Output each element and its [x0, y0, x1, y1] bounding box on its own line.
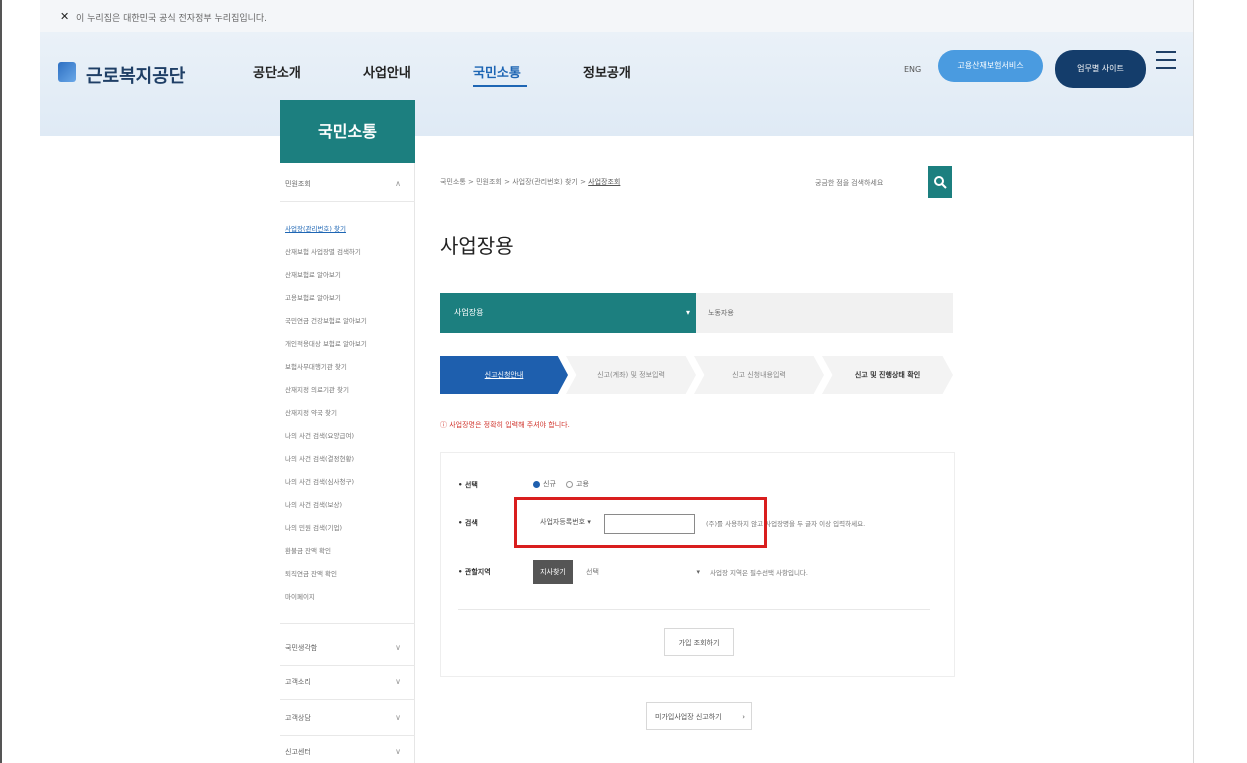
search-button[interactable]	[928, 166, 952, 198]
find-branch-button[interactable]: 지사찾기	[533, 560, 573, 584]
gov-banner: ✕ 이 누리집은 대한민국 공식 전자정부 누리집입니다.	[40, 0, 1193, 32]
form-divider	[458, 609, 930, 610]
breadcrumb-item[interactable]: 민원조회	[476, 178, 502, 186]
nav-communication[interactable]: 국민소통	[473, 62, 521, 81]
sidebar-item-active[interactable]: 사업장(관리번호) 찾기	[285, 223, 346, 233]
page-title: 사업장용	[440, 234, 514, 258]
radio-new[interactable]: 신규	[533, 479, 556, 489]
breadcrumb-item[interactable]: 사업장(관리번호) 찾기	[512, 178, 578, 186]
sidebar-item[interactable]: 나의 사건 검색(요양급여)	[285, 430, 354, 440]
choice-label: • 선택	[458, 481, 478, 489]
sidebar-item[interactable]: 환불금 잔액 확인	[285, 545, 331, 555]
close-icon[interactable]: ✕	[60, 10, 69, 23]
screenshot-frame: ✕ 이 누리집은 대한민국 공식 전자정부 누리집입니다. 근로복지공단 공단소…	[0, 0, 1247, 763]
region-help-text: 사업장 지역은 필수선택 사항입니다.	[710, 569, 808, 577]
sidebar-section-opinion[interactable]: 국민생각함 ∨	[285, 643, 405, 653]
chevron-down-icon: ∨	[395, 713, 401, 722]
caret-down-icon: ▾	[696, 568, 700, 576]
search-label: • 검색	[458, 519, 478, 527]
chevron-down-icon: ∨	[395, 747, 401, 756]
search-icon	[934, 176, 947, 189]
sidebar-section-voice[interactable]: 고객소리 ∨	[285, 677, 405, 687]
menu-icon[interactable]	[1156, 51, 1176, 73]
step-1[interactable]: 신고신청안내	[440, 356, 568, 394]
chevron-down-icon: ∨	[395, 643, 401, 652]
logo-icon[interactable]	[58, 62, 76, 82]
region-label: • 관할지역	[458, 568, 491, 576]
sidebar-item[interactable]: 산재지정 약국 찾기	[285, 407, 337, 417]
sidebar-item[interactable]: 국민연금 건강보험료 알아보기	[285, 315, 367, 325]
sidebar-item[interactable]: 나의 사건 검색(보상)	[285, 499, 342, 509]
sidebar-item[interactable]: 퇴직연금 잔액 확인	[285, 568, 337, 578]
nav-business[interactable]: 사업안내	[363, 62, 411, 81]
gov-banner-text: 이 누리집은 대한민국 공식 전자정부 누리집입니다.	[76, 14, 268, 24]
step-2[interactable]: 신고(계좌) 및 정보입력	[566, 356, 696, 394]
sidebar-item[interactable]: 개인적용대상 보험료 알아보기	[285, 338, 367, 348]
frame-border	[0, 0, 2, 763]
chevron-up-icon: ∧	[395, 179, 401, 188]
sidebar: 민원조회 ∧ 사업장(관리번호) 찾기 산재보험 사업장별 검색하기 산재보험료 …	[280, 163, 415, 763]
highlight-box	[514, 497, 767, 548]
sidebar-item[interactable]: 보험사무대행기관 찾기	[285, 361, 347, 371]
insurance-service-button[interactable]: 고용산재보험서비스	[938, 50, 1043, 82]
sidebar-item[interactable]: 나의 사건 검색(결정현황)	[285, 453, 354, 463]
breadcrumb: 국민소통 > 민원조회 > 사업장(관리번호) 찾기 > 사업장조회	[440, 178, 621, 186]
nav-about[interactable]: 공단소개	[253, 62, 301, 81]
search-input[interactable]	[815, 168, 927, 198]
tab-worker[interactable]: 노동자용	[696, 293, 953, 333]
region-select[interactable]: 선택 ▾	[580, 560, 700, 584]
site-header: 근로복지공단 공단소개 사업안내 국민소통 정보공개 ENG 고용산재보험서비스…	[40, 32, 1193, 136]
sidebar-item[interactable]: 나의 사건 검색(심사청구)	[285, 476, 354, 486]
sidebar-item[interactable]: 나의 민원 검색(기업)	[285, 522, 342, 532]
report-button[interactable]: 미가입사업장 신고하기 ›	[646, 702, 752, 730]
caret-down-icon: ▾	[685, 308, 690, 317]
breadcrumb-current: 사업장조회	[588, 178, 621, 186]
lookup-button[interactable]: 가입 조회하기	[664, 628, 734, 656]
sidebar-item[interactable]: 마이페이지	[285, 591, 315, 601]
sidebar-section-civil[interactable]: 민원조회 ∧	[285, 179, 405, 189]
step-4[interactable]: 신고 및 진행상태 확인	[822, 356, 953, 394]
notice-text: ⓘ 사업장명은 정확히 입력해 주셔야 합니다.	[440, 421, 570, 429]
site-logo[interactable]: 근로복지공단	[86, 62, 185, 88]
frame-border	[1193, 0, 1194, 763]
breadcrumb-item[interactable]: 국민소통	[440, 178, 466, 186]
nav-active-indicator	[473, 85, 527, 87]
chevron-down-icon: ∨	[395, 677, 401, 686]
sidebar-item[interactable]: 산재보험료 알아보기	[285, 269, 341, 279]
sidebar-section-consult[interactable]: 고객상담 ∨	[285, 713, 405, 723]
sidebar-title: 국민소통	[280, 100, 415, 163]
radio-employ[interactable]: 고용	[566, 479, 589, 489]
sidebar-item[interactable]: 고용보험료 알아보기	[285, 292, 341, 302]
eng-link[interactable]: ENG	[904, 65, 921, 74]
nav-disclosure[interactable]: 정보공개	[583, 62, 631, 81]
work-site-button[interactable]: 업무별 사이트	[1055, 50, 1146, 88]
sidebar-item[interactable]: 산재보험 사업장별 검색하기	[285, 246, 361, 256]
tab-business[interactable]: 사업장용 ▾	[440, 293, 696, 333]
step-3[interactable]: 신고 신청내용입력	[694, 356, 824, 394]
chevron-right-icon: ›	[742, 713, 745, 721]
sidebar-section-report[interactable]: 신고센터 ∨	[285, 747, 405, 757]
sidebar-item[interactable]: 산재지정 의료기관 찾기	[285, 384, 349, 394]
